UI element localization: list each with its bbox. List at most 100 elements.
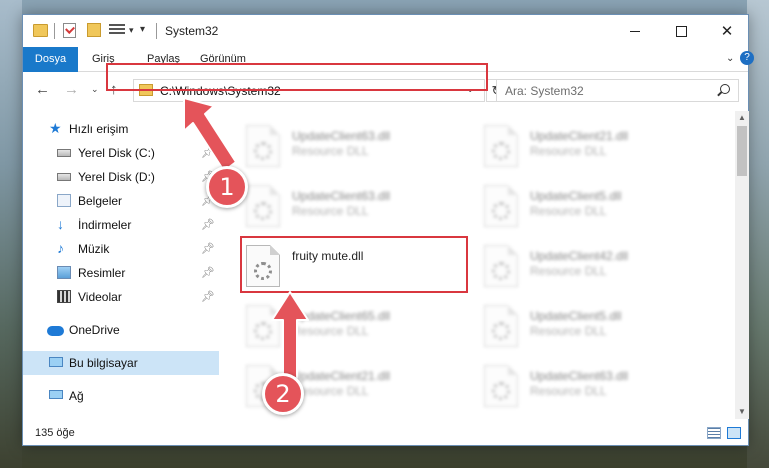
vertical-scrollbar[interactable]: ▲ ▼ xyxy=(735,111,749,419)
dll-file-icon xyxy=(484,365,518,407)
file-name: UpdateClient63.dll xyxy=(530,369,629,383)
properties-check-icon[interactable] xyxy=(63,23,76,38)
view-options-dropdown-icon[interactable]: ▾ xyxy=(129,25,134,43)
details-view-icon[interactable] xyxy=(707,427,721,439)
new-folder-icon[interactable] xyxy=(87,23,101,37)
file-type: Resource DLL xyxy=(292,144,369,158)
drive-icon xyxy=(57,149,71,157)
file-type: Resource DLL xyxy=(530,384,607,398)
gear-icon xyxy=(492,202,510,220)
dll-file-icon xyxy=(484,185,518,227)
pin-icon[interactable]: 📌︎ xyxy=(201,261,215,285)
sidebar-item-this-pc[interactable]: Bu bilgisayar xyxy=(23,351,219,375)
file-item[interactable]: UpdateClient5.dll Resource DLL xyxy=(484,185,714,237)
search-icon[interactable] xyxy=(720,84,730,94)
minimize-button[interactable] xyxy=(612,15,658,47)
help-icon[interactable]: ? xyxy=(740,51,754,65)
customize-toolbar-icon[interactable]: ▾ xyxy=(140,24,145,42)
gear-icon xyxy=(492,262,510,280)
toolbar-separator xyxy=(54,23,55,39)
sidebar-item-onedrive[interactable]: OneDrive xyxy=(23,318,219,342)
file-item[interactable]: UpdateClient63.dll Resource DLL xyxy=(246,185,476,237)
videos-icon xyxy=(57,290,71,303)
dll-file-icon xyxy=(246,125,280,167)
pin-icon[interactable]: 📌︎ xyxy=(201,237,215,261)
forward-arrow-icon[interactable]: → xyxy=(64,81,79,98)
search-input[interactable]: Ara: System32 xyxy=(496,79,739,102)
step-badge-2: 2 xyxy=(262,373,304,415)
back-arrow-icon[interactable]: ← xyxy=(35,81,50,98)
file-item[interactable]: UpdateClient21.dll Resource DLL xyxy=(484,125,714,177)
sidebar-item-music[interactable]: ♪ Müzik 📌︎ xyxy=(23,237,219,261)
file-type: Resource DLL xyxy=(530,264,607,278)
gear-icon xyxy=(492,382,510,400)
pin-icon[interactable]: 📌︎ xyxy=(201,285,215,309)
pin-icon[interactable]: 📌︎ xyxy=(201,213,215,237)
file-name: UpdateClient63.dll xyxy=(292,129,391,143)
pin-icon[interactable]: 📌︎ xyxy=(201,141,215,165)
documents-icon xyxy=(57,194,71,207)
sidebar-item-documents[interactable]: Belgeler 📌︎ xyxy=(23,189,219,213)
file-type: Resource DLL xyxy=(530,204,607,218)
sidebar-item-label: Videolar xyxy=(78,290,122,304)
file-highlight-box xyxy=(240,236,468,293)
file-name: UpdateClient21.dll xyxy=(292,369,391,383)
address-highlight-box xyxy=(106,63,488,91)
file-type: Resource DLL xyxy=(530,144,607,158)
scrollbar-thumb[interactable] xyxy=(737,126,747,176)
music-icon: ♪ xyxy=(57,240,64,256)
maximize-button[interactable] xyxy=(658,15,704,47)
file-name: UpdateClient65.dll xyxy=(292,309,391,323)
window-title: System32 xyxy=(165,24,219,38)
scroll-up-icon[interactable]: ▲ xyxy=(738,113,746,122)
sidebar-item-label: Resimler xyxy=(78,266,126,280)
file-item[interactable]: UpdateClient42.dll Resource DLL xyxy=(484,245,714,297)
file-name: UpdateClient21.dll xyxy=(530,129,629,143)
large-icons-view-icon[interactable] xyxy=(727,427,741,439)
dll-file-icon xyxy=(246,305,280,347)
expand-ribbon-icon[interactable]: ⌄ xyxy=(726,53,734,64)
sidebar-item-quick-access[interactable]: ★ Hızlı erişim xyxy=(23,117,219,141)
desktop-background-left xyxy=(0,0,22,468)
sidebar-item-label: Hızlı erişim xyxy=(69,122,129,136)
dll-file-icon xyxy=(246,185,280,227)
gear-icon xyxy=(254,202,272,220)
sidebar-item-label: İndirmeler xyxy=(78,218,132,232)
file-name: UpdateClient5.dll xyxy=(530,309,622,323)
scroll-down-icon[interactable]: ▼ xyxy=(738,407,746,416)
downloads-icon: ↓ xyxy=(57,216,64,232)
file-item[interactable]: UpdateClient63.dll Resource DLL xyxy=(484,365,714,417)
file-type: Resource DLL xyxy=(292,324,369,338)
file-item[interactable]: UpdateClient63.dll Resource DLL xyxy=(246,125,476,177)
sidebar-item-pictures[interactable]: Resimler 📌︎ xyxy=(23,261,219,285)
drive-icon xyxy=(57,173,71,181)
title-bar: ▾ ▾ System32 ✕ xyxy=(23,15,748,47)
status-bar: 135 öğe xyxy=(23,421,748,445)
sidebar-item-downloads[interactable]: ↓ İndirmeler 📌︎ xyxy=(23,213,219,237)
sidebar-item-network[interactable]: Ağ xyxy=(23,384,219,408)
item-count: 135 öğe xyxy=(35,427,75,439)
file-name: UpdateClient5.dll xyxy=(530,189,622,203)
sidebar-item-videos[interactable]: Videolar 📌︎ xyxy=(23,285,219,309)
sidebar-item-label: Bu bilgisayar xyxy=(69,356,138,370)
file-type: Resource DLL xyxy=(292,204,369,218)
file-name: UpdateClient42.dll xyxy=(530,249,629,263)
sidebar-item-label: Ağ xyxy=(69,389,84,403)
file-item[interactable]: UpdateClient5.dll Resource DLL xyxy=(484,305,714,357)
dll-file-icon xyxy=(484,125,518,167)
gear-icon xyxy=(254,142,272,160)
step-badge-1: 1 xyxy=(206,166,248,208)
gear-icon xyxy=(492,322,510,340)
sidebar-item-label: Yerel Disk (D:) xyxy=(78,170,155,184)
recent-locations-icon[interactable]: ⌄ xyxy=(91,84,99,95)
sidebar-item-local-disk-d[interactable]: Yerel Disk (D:) 📌︎ xyxy=(23,165,219,189)
tab-file[interactable]: Dosya xyxy=(23,47,78,72)
sidebar-item-local-disk-c[interactable]: Yerel Disk (C:) 📌︎ xyxy=(23,141,219,165)
pictures-icon xyxy=(57,266,71,279)
sidebar-item-label: OneDrive xyxy=(69,323,120,337)
file-item[interactable]: UpdateClient65.dll Resource DLL xyxy=(246,305,476,357)
view-options-icon[interactable] xyxy=(109,24,125,38)
toolbar-separator xyxy=(156,23,157,39)
close-button[interactable]: ✕ xyxy=(704,15,750,47)
navigation-pane: ★ Hızlı erişim Yerel Disk (C:) 📌︎ Yerel … xyxy=(23,111,219,419)
